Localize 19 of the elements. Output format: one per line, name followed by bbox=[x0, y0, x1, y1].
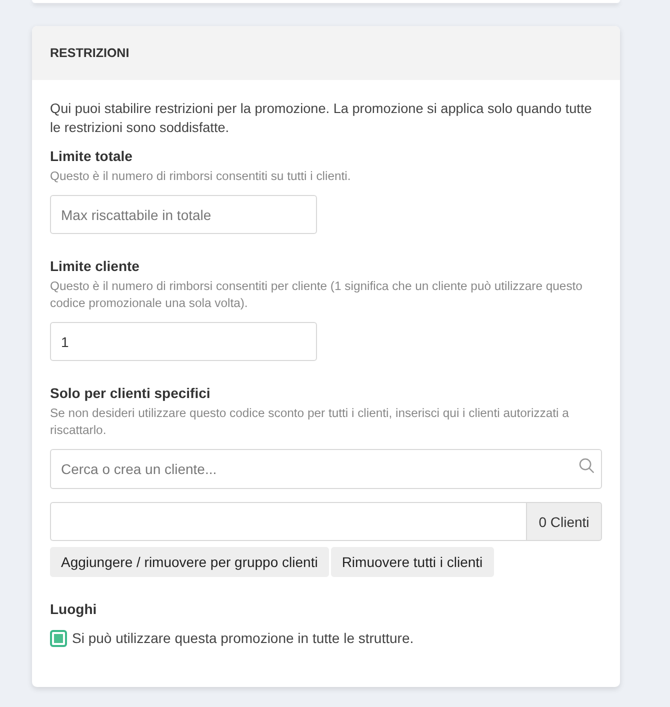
section-title: RESTRIZIONI bbox=[50, 46, 130, 60]
search-icon bbox=[579, 458, 594, 473]
field-hint: Se non desideri utilizzare questo codice sconto per tutti i clienti, inserisci qui i clienti autorizzati a riscattarlo. bbox=[50, 405, 570, 439]
action-button[interactable]: Rimuovere tutti i clienti bbox=[330, 547, 494, 577]
clients-list-field[interactable] bbox=[50, 502, 526, 541]
input-field[interactable]: 1 bbox=[50, 322, 317, 361]
field-hint: Questo è il numero di rimborsi consentiti su tutti i clienti. bbox=[50, 168, 352, 185]
field-label: Luoghi bbox=[50, 600, 98, 618]
clients-count: 0 Clienti bbox=[526, 502, 602, 541]
input-field[interactable]: Max riscattabile in totale bbox=[50, 195, 317, 234]
field-label: Solo per clienti specifici bbox=[50, 384, 212, 402]
field-hint: Questo è il numero di rimborsi consentiti per cliente (1 significa che un cliente può utilizzare questo codice promozionale una sola volta). bbox=[50, 278, 584, 312]
intro-text: Qui puoi stabilire restrizioni per la promozione. La promozione si applica solo quando tutte le restrizioni sono soddisfatte. bbox=[50, 100, 593, 137]
search-field[interactable]: Cerca o crea un cliente... bbox=[50, 449, 602, 489]
field-label: Limite cliente bbox=[50, 257, 140, 275]
checkbox[interactable] bbox=[50, 630, 67, 646]
checkbox-label: Si può utilizzare questa promozione in tutte le strutture. bbox=[72, 629, 414, 647]
field-label: Limite totale bbox=[50, 147, 134, 165]
action-button[interactable]: Aggiungere / rimuovere per gruppo clienti bbox=[50, 547, 329, 577]
